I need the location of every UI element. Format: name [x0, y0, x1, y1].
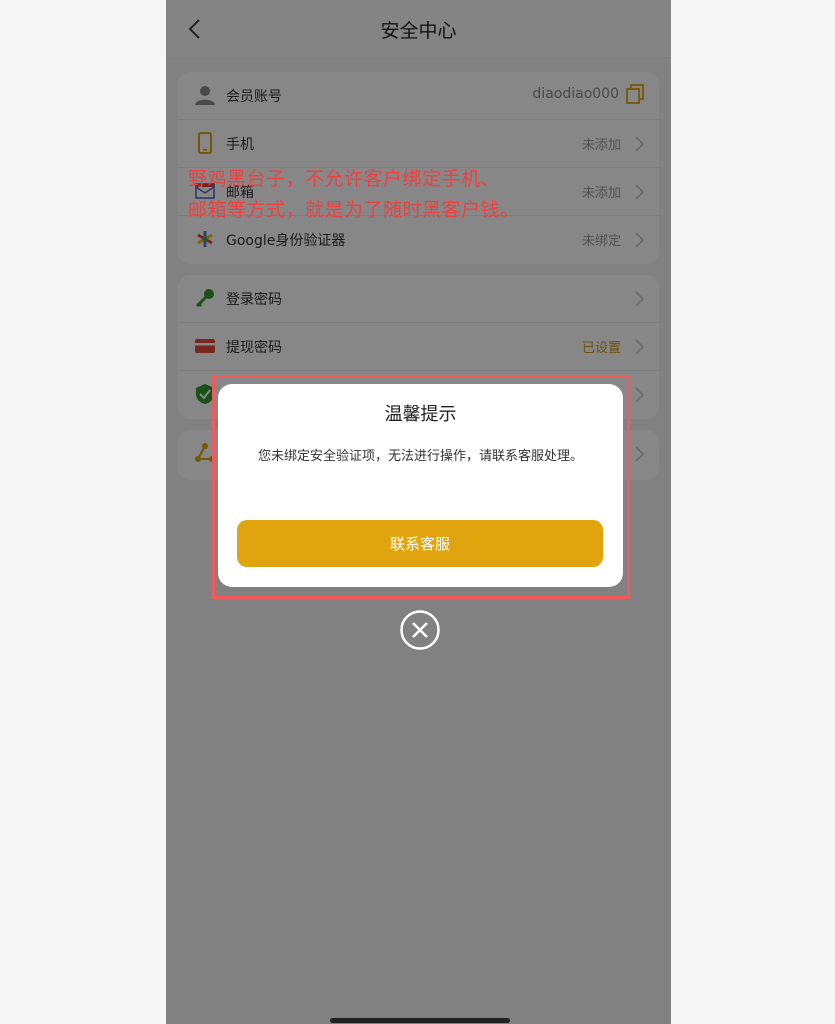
annotation-text: 野鸡黑台子，不允许客户绑定手机、 邮箱等方式，就是为了随时黑客户钱。 [188, 164, 648, 226]
close-icon[interactable] [399, 609, 441, 651]
home-indicator [330, 1018, 510, 1023]
highlight-box [212, 375, 630, 599]
annotation-line-1: 野鸡黑台子，不允许客户绑定手机、 [188, 168, 501, 190]
annotation-line-2: 邮箱等方式，就是为了随时黑客户钱。 [188, 199, 520, 221]
